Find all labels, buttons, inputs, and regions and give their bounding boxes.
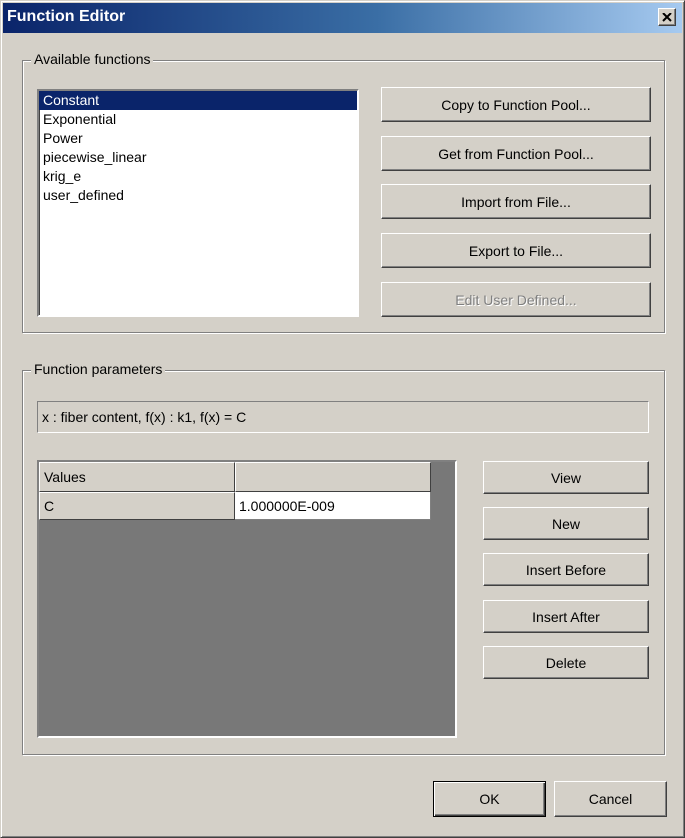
window-title: Function Editor bbox=[7, 8, 126, 25]
table-header-value-column[interactable] bbox=[235, 462, 431, 492]
function-editor-window: Function Editor Available functions Cons… bbox=[0, 0, 685, 838]
cancel-button[interactable]: Cancel bbox=[554, 781, 667, 817]
edit-user-defined-button[interactable]: Edit User Defined... bbox=[381, 282, 651, 317]
list-item-exponential[interactable]: Exponential bbox=[39, 110, 357, 129]
import-from-file-button[interactable]: Import from File... bbox=[381, 184, 651, 219]
list-item-piecewise-linear[interactable]: piecewise_linear bbox=[39, 148, 357, 167]
insert-after-button[interactable]: Insert After bbox=[483, 600, 649, 633]
table-row-header[interactable]: C bbox=[39, 492, 235, 520]
close-button[interactable] bbox=[658, 8, 676, 26]
export-to-file-button[interactable]: Export to File... bbox=[381, 233, 651, 268]
table-header-values[interactable]: Values bbox=[39, 462, 235, 492]
get-from-function-pool-button[interactable]: Get from Function Pool... bbox=[381, 136, 651, 171]
list-item-krig-e[interactable]: krig_e bbox=[39, 167, 357, 186]
list-item-constant[interactable]: Constant bbox=[39, 91, 357, 110]
view-button[interactable]: View bbox=[483, 461, 649, 494]
ok-button[interactable]: OK bbox=[433, 781, 546, 817]
available-functions-label: Available functions bbox=[31, 51, 154, 67]
function-parameters-label: Function parameters bbox=[31, 361, 166, 377]
copy-to-function-pool-button[interactable]: Copy to Function Pool... bbox=[381, 87, 651, 122]
insert-before-button[interactable]: Insert Before bbox=[483, 553, 649, 586]
title-bar[interactable]: Function Editor bbox=[3, 3, 682, 33]
list-item-user-defined[interactable]: user_defined bbox=[39, 186, 357, 205]
table-cell-value[interactable]: 1.000000E-009 bbox=[235, 492, 431, 520]
close-icon bbox=[662, 12, 672, 22]
list-item-power[interactable]: Power bbox=[39, 129, 357, 148]
delete-button[interactable]: Delete bbox=[483, 646, 649, 679]
new-button[interactable]: New bbox=[483, 507, 649, 540]
function-description-field: x : fiber content, f(x) : k1, f(x) = C bbox=[37, 401, 649, 433]
function-list[interactable]: Constant Exponential Power piecewise_lin… bbox=[37, 89, 359, 317]
parameter-table[interactable]: Values C 1.000000E-009 bbox=[37, 460, 457, 738]
